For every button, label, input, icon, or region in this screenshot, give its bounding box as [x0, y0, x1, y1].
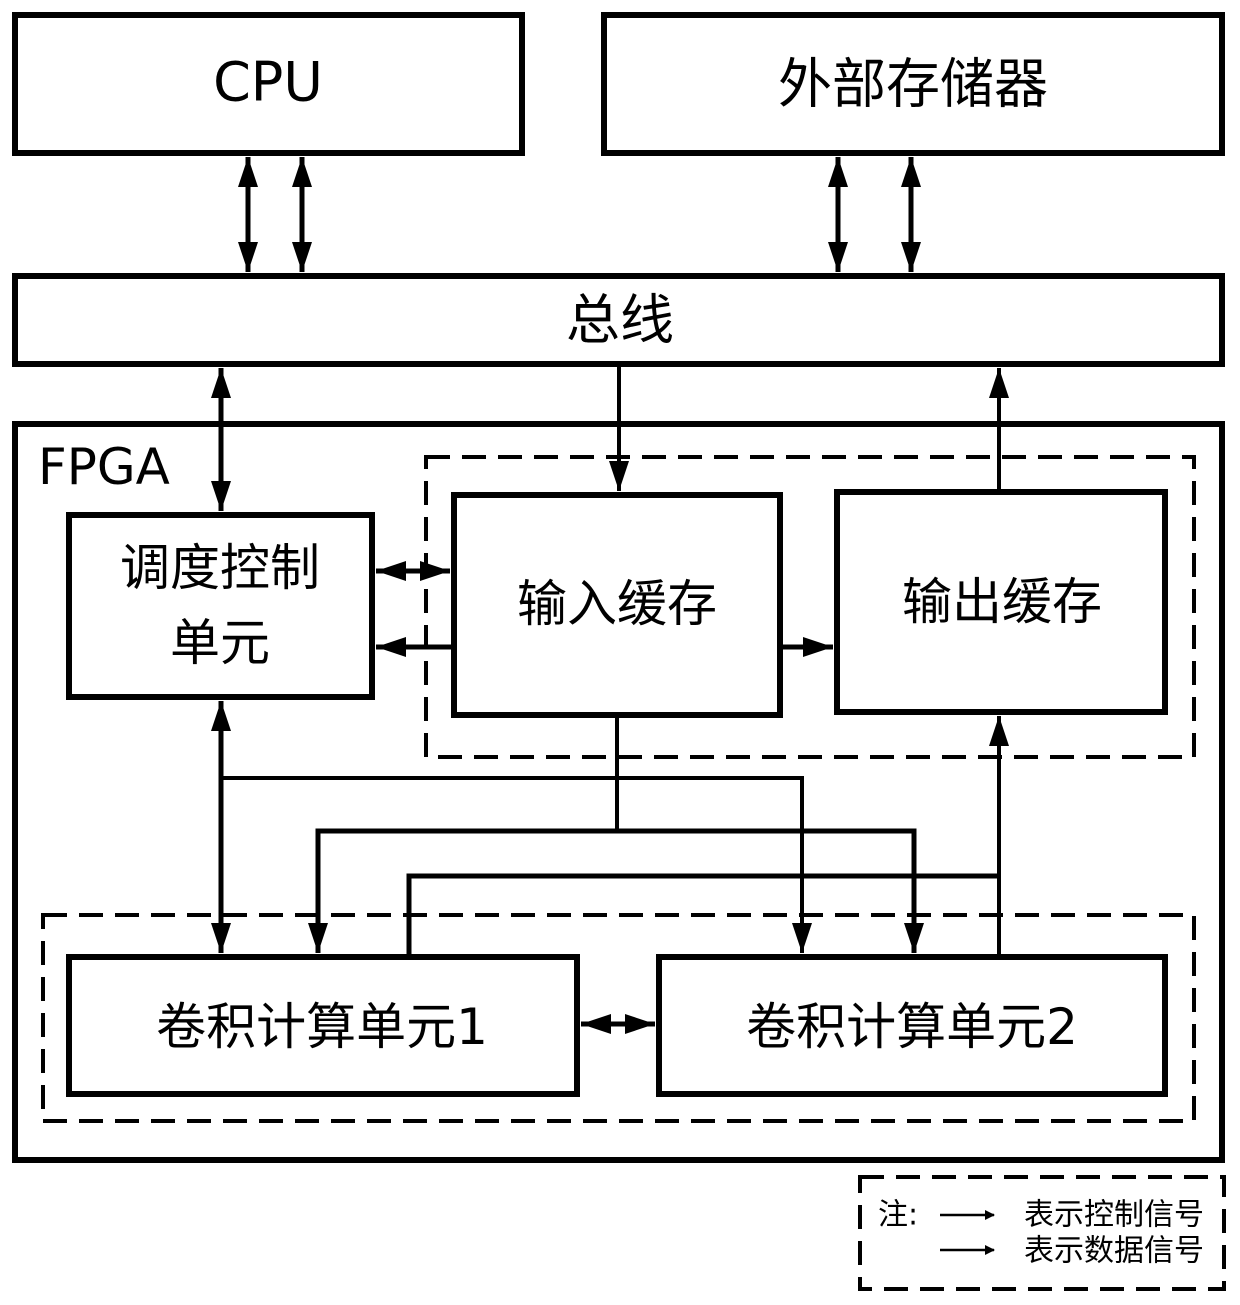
- input-buffer-node: 输入缓存: [451, 492, 783, 718]
- input-buffer-conv2-arrow: [617, 828, 924, 953]
- legend-note-label: 注:: [878, 1198, 918, 1233]
- cpu-node: CPU: [12, 12, 525, 156]
- output-buffer-node: 输出缓存: [834, 489, 1168, 715]
- legend-control-signal: 表示控制信号: [1024, 1198, 1204, 1233]
- conv-unit-2-label: 卷积计算单元2: [746, 998, 1078, 1056]
- input-buffer-conv1-arrow: [308, 828, 617, 953]
- legend-data-signal: 表示数据信号: [1024, 1234, 1204, 1269]
- input-buffer-label: 输入缓存: [517, 575, 717, 633]
- scheduler-control-unit-node: 调度控制 单元: [66, 512, 375, 700]
- conv-unit-1-node: 卷积计算单元1: [66, 954, 580, 1097]
- bus-label: 总线: [566, 289, 674, 352]
- bus-node: 总线: [12, 273, 1225, 367]
- output-buffer-label: 输出缓存: [902, 573, 1102, 631]
- external-memory-node: 外部存储器: [601, 12, 1225, 156]
- cpu-label: CPU: [213, 51, 323, 114]
- conv-unit-1-label: 卷积计算单元1: [156, 998, 488, 1056]
- scheduler-conv2-arrow: [221, 776, 812, 953]
- scheduler-label-line1: 调度控制: [120, 539, 320, 597]
- architecture-diagram: CPU 外部存储器 总线 FPGA 调度控制 单元 输入缓存 输出缓存 卷积计算…: [12, 12, 1226, 1291]
- scheduler-label-line2: 单元: [170, 614, 270, 672]
- external-memory-label: 外部存储器: [778, 53, 1048, 116]
- legend: 注: 表示控制信号 表示数据信号: [858, 1175, 1226, 1291]
- fpga-label: FPGA: [38, 438, 170, 496]
- conv-unit-2-node: 卷积计算单元2: [656, 954, 1168, 1097]
